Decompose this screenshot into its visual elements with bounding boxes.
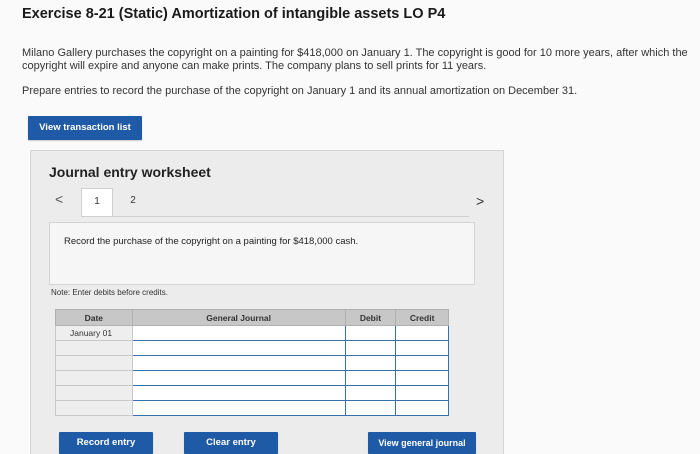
journal-row <box>55 385 449 401</box>
instruction-text: Record the purchase of the copyright on … <box>64 236 359 247</box>
journal-row: January 01 <box>55 325 449 341</box>
journal-row <box>55 355 449 371</box>
credit-column-header: Credit <box>395 309 449 326</box>
account-input[interactable] <box>131 325 346 341</box>
tab-1[interactable]: 1 <box>81 188 113 217</box>
worksheet-title: Journal entry worksheet <box>49 164 211 180</box>
account-input[interactable] <box>131 385 346 401</box>
page-title: Exercise 8-21 (Static) Amortization of i… <box>22 6 446 22</box>
account-input[interactable] <box>131 355 346 371</box>
date-cell <box>55 340 133 356</box>
debit-input[interactable] <box>344 340 397 356</box>
problem-description: Milano Gallery purchases the copyright o… <box>22 47 688 72</box>
date-cell <box>55 370 133 386</box>
journal-header-row: Date General Journal Debit Credit <box>55 309 449 326</box>
tab-2[interactable]: 2 <box>123 188 143 216</box>
credit-input[interactable] <box>395 400 449 416</box>
debit-input[interactable] <box>344 385 397 401</box>
credit-input[interactable] <box>395 370 449 386</box>
debit-input[interactable] <box>344 370 397 386</box>
view-transaction-list-button[interactable]: View transaction list <box>28 116 142 140</box>
account-input[interactable] <box>131 370 346 386</box>
date-cell <box>55 400 133 416</box>
chevron-right-icon[interactable]: > <box>476 193 484 209</box>
date-cell <box>55 385 133 401</box>
credit-input[interactable] <box>395 325 449 341</box>
date-cell <box>55 355 133 371</box>
debit-input[interactable] <box>344 400 397 416</box>
journal-table: Date General Journal Debit Credit Januar… <box>55 309 449 416</box>
debit-input[interactable] <box>344 355 397 371</box>
debit-input[interactable] <box>344 325 397 341</box>
journal-row <box>55 370 449 386</box>
journal-entry-worksheet: Journal entry worksheet < 1 2 > Record t… <box>30 150 504 454</box>
date-column-header: Date <box>55 309 133 326</box>
chevron-left-icon[interactable]: < <box>55 191 63 207</box>
account-input[interactable] <box>131 340 346 356</box>
debit-column-header: Debit <box>344 309 397 326</box>
credit-input[interactable] <box>395 340 449 356</box>
credit-input[interactable] <box>395 355 449 371</box>
problem-instructions: Prepare entries to record the purchase o… <box>22 85 578 97</box>
general-journal-column-header: General Journal <box>131 309 346 326</box>
account-input[interactable] <box>131 400 346 416</box>
journal-row <box>55 400 449 416</box>
note-text: Note: Enter debits before credits. <box>51 288 168 297</box>
credit-input[interactable] <box>395 385 449 401</box>
journal-row <box>55 340 449 356</box>
tab-divider <box>81 216 469 217</box>
date-cell: January 01 <box>55 325 133 341</box>
record-entry-button[interactable]: Record entry <box>59 432 153 454</box>
view-general-journal-button[interactable]: View general journal <box>368 432 476 454</box>
instruction-box: Record the purchase of the copyright on … <box>49 222 475 285</box>
clear-entry-button[interactable]: Clear entry <box>184 432 278 454</box>
